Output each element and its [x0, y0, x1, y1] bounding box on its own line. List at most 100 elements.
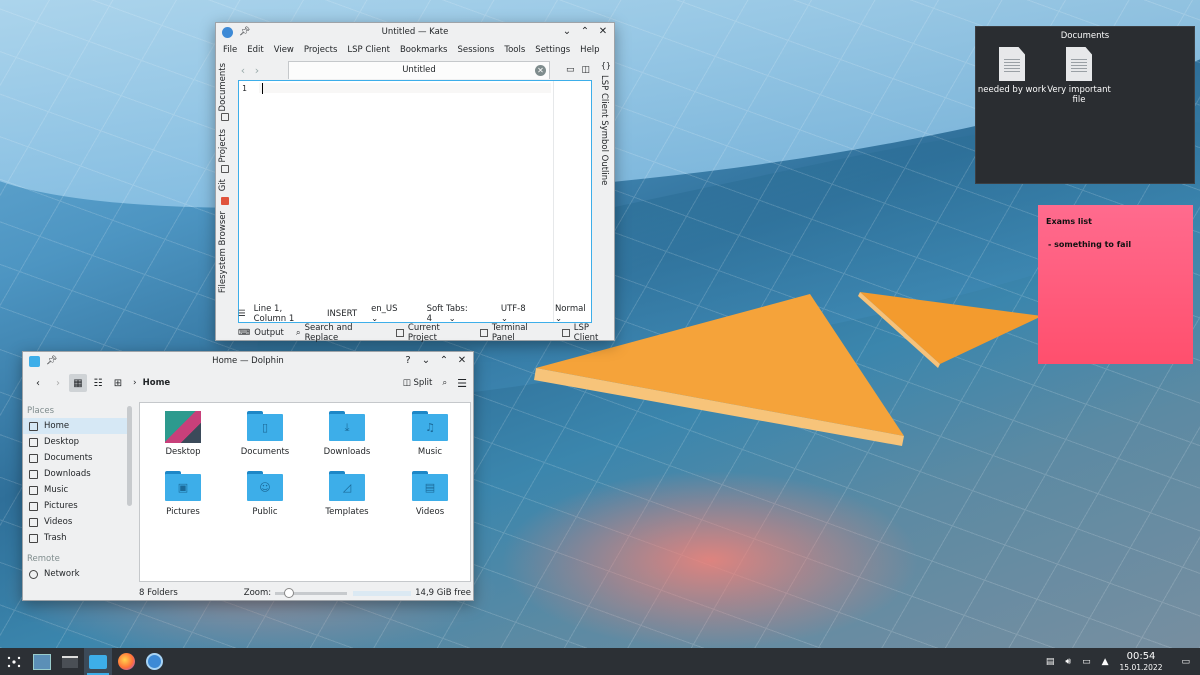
firefox-icon[interactable] [112, 648, 140, 675]
tool-current-project[interactable]: Current Project [396, 323, 468, 343]
kate-titlebar[interactable]: 📌︎ Untitled — Kate ⌄ ⌃ ✕ [216, 23, 614, 41]
place-home[interactable]: Home [23, 418, 131, 434]
desktop-file-needed-by-work[interactable]: needed by work [977, 47, 1047, 95]
expand-tray-icon[interactable]: ▲ [1102, 657, 1109, 667]
folder-pictures[interactable]: ▣ Pictures [148, 471, 218, 517]
minimize-button[interactable]: ⌄ [421, 356, 431, 366]
menu-projects[interactable]: Projects [299, 45, 343, 55]
icons-view-button[interactable]: ▦ [69, 374, 87, 392]
back-icon[interactable]: ‹ [236, 64, 250, 77]
zoom-slider-knob[interactable] [284, 587, 295, 598]
tab-git[interactable]: Git [218, 179, 228, 191]
folder-downloads[interactable]: ⤓ Downloads [312, 411, 382, 457]
place-desktop[interactable]: Desktop [23, 434, 131, 450]
sticky-note-widget[interactable]: Exams list - something to fail [1038, 205, 1193, 364]
videos-folder-icon: ▤ [412, 471, 448, 501]
dictionary-selector[interactable]: en_US ⌄ [371, 304, 413, 324]
pin-icon[interactable]: 📌︎ [46, 356, 57, 366]
back-button[interactable]: ‹ [29, 374, 47, 392]
digital-clock[interactable]: 00:54 15.01.2022 [1120, 651, 1163, 673]
system-settings-icon[interactable] [56, 648, 84, 675]
menu-edit[interactable]: Edit [242, 45, 268, 55]
menu-help[interactable]: Help [575, 45, 604, 55]
cursor-position[interactable]: Line 1, Column 1 [254, 304, 313, 324]
folder-view-widget[interactable]: Documents needed by work Very important … [975, 26, 1195, 184]
editor-area[interactable]: 1 [238, 80, 592, 323]
place-pictures[interactable]: Pictures [23, 498, 131, 514]
tool-output[interactable]: ⌨ Output [238, 328, 284, 338]
split-button[interactable]: ◫ Split [403, 378, 433, 388]
dolphin-toolbar: ‹ › ▦ ☷ ⊞ › Home ◫ Split ⌕ ☰ [23, 370, 473, 396]
compact-view-button[interactable]: ☷ [89, 374, 107, 392]
folder-desktop[interactable]: Desktop [148, 411, 218, 457]
indentation-selector[interactable]: Soft Tabs: 4 ⌄ [427, 304, 487, 324]
maximize-button[interactable]: ⌃ [580, 27, 590, 37]
details-view-button[interactable]: ⊞ [109, 374, 127, 392]
kate-app-icon[interactable] [222, 26, 233, 38]
tool-terminal[interactable]: Terminal Panel [480, 323, 550, 343]
network-icon[interactable]: ▭ [1082, 657, 1091, 667]
folder-templates[interactable]: ◿ Templates [312, 471, 382, 517]
remote-header: Remote [27, 554, 60, 564]
dolphin-task-icon[interactable] [84, 648, 112, 675]
zoom-slider[interactable] [275, 587, 348, 598]
menu-lsp-client[interactable]: LSP Client [342, 45, 395, 55]
minimize-button[interactable]: ⌄ [562, 27, 572, 37]
breadcrumb-home[interactable]: Home [143, 378, 171, 388]
place-documents[interactable]: Documents [23, 450, 131, 466]
place-music[interactable]: Music [23, 482, 131, 498]
edit-mode[interactable]: INSERT [327, 309, 357, 319]
kate-window[interactable]: 📌︎ Untitled — Kate ⌄ ⌃ ✕ File Edit View … [215, 22, 615, 343]
kate-task-icon[interactable] [140, 648, 168, 675]
close-button[interactable]: ✕ [457, 356, 467, 366]
menu-bookmarks[interactable]: Bookmarks [395, 45, 453, 55]
show-desktop-icon[interactable]: ▭ [1181, 657, 1190, 667]
maximize-button[interactable]: ⌃ [439, 356, 449, 366]
minimap[interactable] [553, 81, 591, 322]
place-trash[interactable]: Trash [23, 530, 131, 546]
menu-sessions[interactable]: Sessions [452, 45, 499, 55]
folder-videos[interactable]: ▤ Videos [395, 471, 465, 517]
folder-music[interactable]: ♫ Music [395, 411, 465, 457]
folder-view-title: Documents [1060, 31, 1110, 41]
dolphin-titlebar[interactable]: 📌︎ Home — Dolphin ? ⌄ ⌃ ✕ [23, 352, 473, 370]
document-tab[interactable]: Untitled ✕ [288, 61, 550, 79]
folder-documents[interactable]: ▯ Documents [230, 411, 300, 457]
tab-documents[interactable]: Documents [218, 63, 228, 111]
close-tab-icon[interactable]: ✕ [535, 65, 546, 76]
menu-settings[interactable]: Settings [530, 45, 575, 55]
split-view-icon[interactable]: ◫ [581, 65, 590, 75]
tool-lsp-client[interactable]: LSP Client [562, 323, 614, 343]
place-network[interactable]: Network [23, 566, 131, 582]
encoding-selector[interactable]: UTF-8 ⌄ [501, 304, 541, 324]
tab-projects[interactable]: Projects [218, 129, 228, 163]
search-icon[interactable]: ⌕ [442, 378, 447, 388]
volume-icon[interactable]: 🔊︎ [1065, 657, 1071, 667]
clipboard-icon[interactable]: ▤ [1046, 657, 1055, 667]
tool-search-replace[interactable]: ⌕ Search and Replace [296, 323, 384, 343]
pager-icon[interactable] [28, 648, 56, 675]
help-button[interactable]: ? [403, 356, 413, 366]
place-downloads[interactable]: Downloads [23, 466, 131, 482]
forward-icon[interactable]: › [250, 64, 264, 77]
menu-lines-icon[interactable]: ☰ [238, 309, 246, 319]
menu-view[interactable]: View [269, 45, 299, 55]
dolphin-app-icon[interactable] [29, 355, 40, 367]
menu-tools[interactable]: Tools [499, 45, 530, 55]
folder-public[interactable]: ☺ Public [230, 471, 300, 517]
forward-button[interactable]: › [49, 374, 67, 392]
new-tab-icon[interactable]: ▭ [566, 65, 575, 75]
place-videos[interactable]: Videos [23, 514, 131, 530]
pin-icon[interactable]: 📌︎ [239, 27, 250, 37]
tab-lsp-symbol-outline[interactable]: LSP Client Symbol Outline [599, 75, 609, 185]
hamburger-menu-icon[interactable]: ☰ [457, 377, 467, 390]
close-button[interactable]: ✕ [598, 27, 608, 37]
places-scrollbar[interactable] [127, 406, 132, 506]
file-view[interactable]: Desktop ▯ Documents ⤓ Downloads ♫ Music … [139, 402, 471, 582]
input-mode-selector[interactable]: Normal ⌄ [555, 304, 600, 324]
dolphin-window[interactable]: 📌︎ Home — Dolphin ? ⌄ ⌃ ✕ ‹ › ▦ ☷ ⊞ › Ho… [22, 351, 474, 601]
desktop-file-very-important[interactable]: Very important file [1044, 47, 1114, 105]
tab-filesystem-browser[interactable]: Filesystem Browser [218, 211, 228, 293]
menu-file[interactable]: File [218, 45, 242, 55]
application-launcher-icon[interactable] [0, 648, 28, 675]
